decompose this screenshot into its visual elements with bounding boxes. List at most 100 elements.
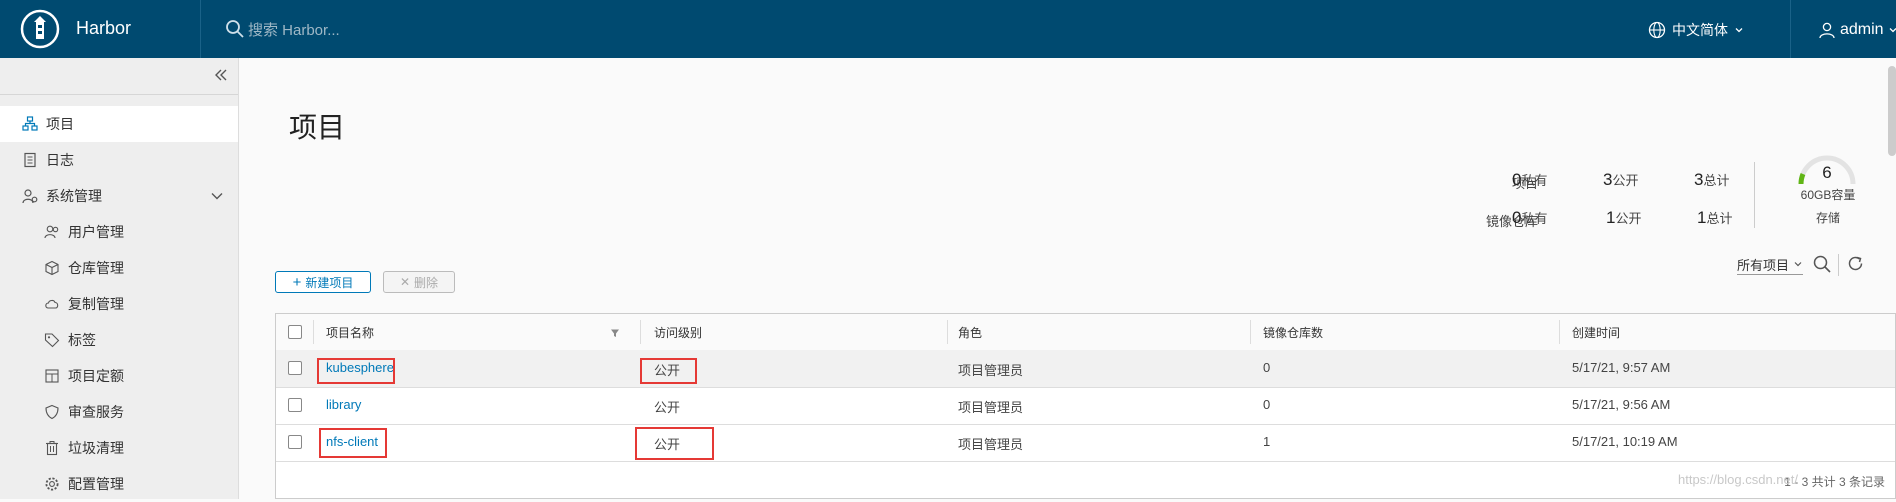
sidebar-item-system-admin[interactable]: 系统管理	[0, 178, 238, 214]
row-checkbox[interactable]	[288, 398, 302, 412]
stats-projects-total: 3总计	[1694, 170, 1730, 189]
column-header-access[interactable]: 访问级别	[654, 324, 702, 341]
users-icon	[44, 225, 59, 239]
column-separator	[1559, 320, 1560, 344]
stats-repos-private: 0私有	[1512, 208, 1548, 227]
sidebar-item-label: 复制管理	[68, 296, 124, 312]
header-divider	[200, 0, 201, 58]
harbor-logo-icon[interactable]	[20, 9, 60, 49]
box-icon	[45, 260, 59, 276]
sidebar-item-configuration[interactable]: 配置管理	[0, 466, 238, 502]
tag-icon	[44, 333, 60, 348]
creation-time: 5/17/21, 9:57 AM	[1572, 360, 1671, 375]
filter-icon[interactable]	[610, 328, 620, 338]
stats-divider	[1754, 162, 1755, 228]
plus-icon: +	[292, 273, 302, 291]
delete-label: 删除	[414, 275, 439, 290]
user-icon	[1819, 22, 1835, 39]
trash-icon	[46, 441, 58, 456]
system-admin-icon	[22, 189, 38, 204]
global-search-input[interactable]	[246, 17, 550, 43]
column-header-created[interactable]: 创建时间	[1572, 324, 1620, 341]
language-label: 中文简体	[1672, 22, 1728, 38]
role: 项目管理员	[958, 437, 1024, 452]
chevron-down-icon[interactable]	[210, 189, 224, 203]
collapse-sidebar-icon[interactable]	[212, 66, 230, 84]
sidebar-item-user-management[interactable]: 用户管理	[0, 214, 238, 250]
stats-repos-total: 1总计	[1697, 208, 1733, 227]
sidebar-item-label: 垃圾清理	[68, 440, 124, 456]
storage-count: 6	[1822, 163, 1832, 182]
sidebar-item-garbage-collection[interactable]: 垃圾清理	[0, 430, 238, 466]
table-header: 项目名称 访问级别 角色 镜像仓库数 创建时间	[276, 314, 1895, 351]
close-icon: ✕	[399, 275, 411, 289]
sidebar-item-replication[interactable]: 复制管理	[0, 286, 238, 322]
column-header-role[interactable]: 角色	[958, 324, 982, 341]
sidebar-item-logs[interactable]: 日志	[0, 142, 238, 178]
stats-projects-public: 3公开	[1603, 170, 1639, 189]
log-icon	[24, 152, 36, 168]
search-icon[interactable]	[1812, 254, 1832, 274]
creation-time: 5/17/21, 10:19 AM	[1572, 434, 1678, 449]
sidebar: 项目 日志 系统管理 用户管理 仓库管理 复制管理 标签 项目定额 审查服务 垃…	[0, 58, 239, 499]
sidebar-separator	[0, 94, 238, 95]
delete-button[interactable]: ✕ 删除	[383, 271, 455, 293]
role: 项目管理员	[958, 400, 1024, 415]
username: admin	[1840, 21, 1884, 38]
quota-icon	[45, 369, 59, 383]
gear-icon	[45, 477, 59, 491]
header-divider	[1790, 0, 1791, 58]
project-filter-select[interactable]: 所有项目	[1737, 254, 1804, 275]
sidebar-item-label: 项目定额	[68, 368, 124, 384]
sidebar-item-label: 用户管理	[68, 224, 124, 240]
highlight-box	[635, 427, 714, 460]
row-checkbox[interactable]	[288, 435, 302, 449]
sidebar-item-project-quotas[interactable]: 项目定额	[0, 358, 238, 394]
sidebar-item-registry-management[interactable]: 仓库管理	[0, 250, 238, 286]
toolbar-divider	[1838, 254, 1839, 276]
column-separator	[1250, 320, 1251, 344]
globe-icon	[1648, 21, 1666, 39]
column-header-name[interactable]: 项目名称	[326, 324, 374, 341]
new-project-label: 新建项目	[305, 275, 354, 290]
select-all-checkbox[interactable]	[288, 325, 302, 339]
new-project-button[interactable]: + 新建项目	[275, 271, 371, 293]
row-checkbox[interactable]	[288, 361, 302, 375]
stats-repos-public: 1公开	[1606, 208, 1642, 227]
highlight-box	[640, 358, 697, 384]
role: 项目管理员	[958, 363, 1024, 378]
table-row[interactable]: nfs-client 公开 项目管理员 1 5/17/21, 10:19 AM	[276, 424, 1895, 462]
creation-time: 5/17/21, 9:56 AM	[1572, 397, 1671, 412]
access-level: 公开	[654, 400, 681, 415]
table-row[interactable]: library 公开 项目管理员 0 5/17/21, 9:56 AM	[276, 387, 1895, 425]
cloud-sync-icon	[45, 299, 59, 309]
repo-count: 0	[1263, 397, 1271, 412]
sidebar-item-label: 仓库管理	[68, 260, 124, 276]
stats-projects-private: 0私有	[1512, 170, 1548, 189]
sidebar-item-interrogation-services[interactable]: 审查服务	[0, 394, 238, 430]
table-row[interactable]: kubesphere 公开 项目管理员 0 5/17/21, 9:57 AM	[276, 350, 1895, 388]
brand-name[interactable]: Harbor	[76, 18, 131, 39]
pagination-summary: 1 - 3 共计 3 条记录	[1784, 475, 1885, 489]
repo-count: 0	[1263, 360, 1271, 375]
column-header-repo-count[interactable]: 镜像仓库数	[1263, 324, 1323, 341]
top-header: Harbor 中文简体 admin	[0, 0, 1896, 58]
sidebar-item-label: 项目	[46, 116, 74, 132]
column-separator	[640, 320, 641, 344]
user-menu[interactable]: admin	[1818, 19, 1896, 41]
sidebar-item-label: 审查服务	[68, 404, 124, 420]
page-scrollbar[interactable]	[1888, 66, 1896, 156]
sidebar-item-labels[interactable]: 标签	[0, 322, 238, 358]
shield-icon	[45, 404, 59, 420]
chevron-down-icon	[1889, 28, 1896, 33]
column-separator	[313, 320, 314, 344]
sidebar-item-label: 日志	[46, 152, 74, 168]
search-icon[interactable]	[225, 19, 245, 39]
projects-table: 项目名称 访问级别 角色 镜像仓库数 创建时间 kubesphere 公开 项目…	[275, 313, 1896, 499]
storage-label: 存储	[1815, 211, 1840, 225]
sidebar-item-projects[interactable]: 项目	[0, 106, 238, 142]
column-separator	[947, 320, 948, 344]
refresh-icon[interactable]	[1846, 254, 1866, 274]
project-name-link[interactable]: library	[326, 397, 361, 412]
language-selector[interactable]: 中文简体	[1648, 19, 1744, 41]
